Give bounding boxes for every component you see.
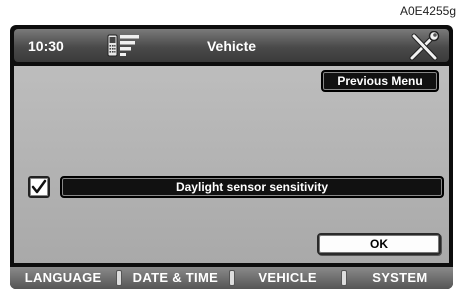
previous-menu-button[interactable]: Previous Menu (321, 70, 439, 92)
tab-system[interactable]: SYSTEM (347, 267, 453, 289)
phone-signal-icon (107, 34, 139, 57)
tab-date-time[interactable]: DATE & TIME (122, 267, 228, 289)
tab-language[interactable]: LANGUAGE (10, 267, 116, 289)
settings-panel: Previous Menu Daylight sensor sensitivit… (14, 66, 449, 263)
top-bar: 10:30 Vehicte (14, 29, 449, 62)
checkmark-icon (31, 179, 47, 194)
setting-checkbox[interactable] (28, 176, 50, 198)
screen-title: Vehicte (206, 38, 257, 54)
tools-icon[interactable] (407, 31, 441, 61)
tab-bar: LANGUAGE DATE & TIME VEHICLE SYSTEM (10, 267, 453, 289)
display-screen: 10:30 Vehicte Previous Menu Daylight sen… (10, 25, 453, 289)
daylight-sensor-setting[interactable]: Daylight sensor sensitivity (60, 176, 444, 198)
ok-button[interactable]: OK (317, 233, 441, 255)
tab-vehicle[interactable]: VEHICLE (235, 267, 341, 289)
figure-id: A0E4255g (399, 4, 456, 18)
